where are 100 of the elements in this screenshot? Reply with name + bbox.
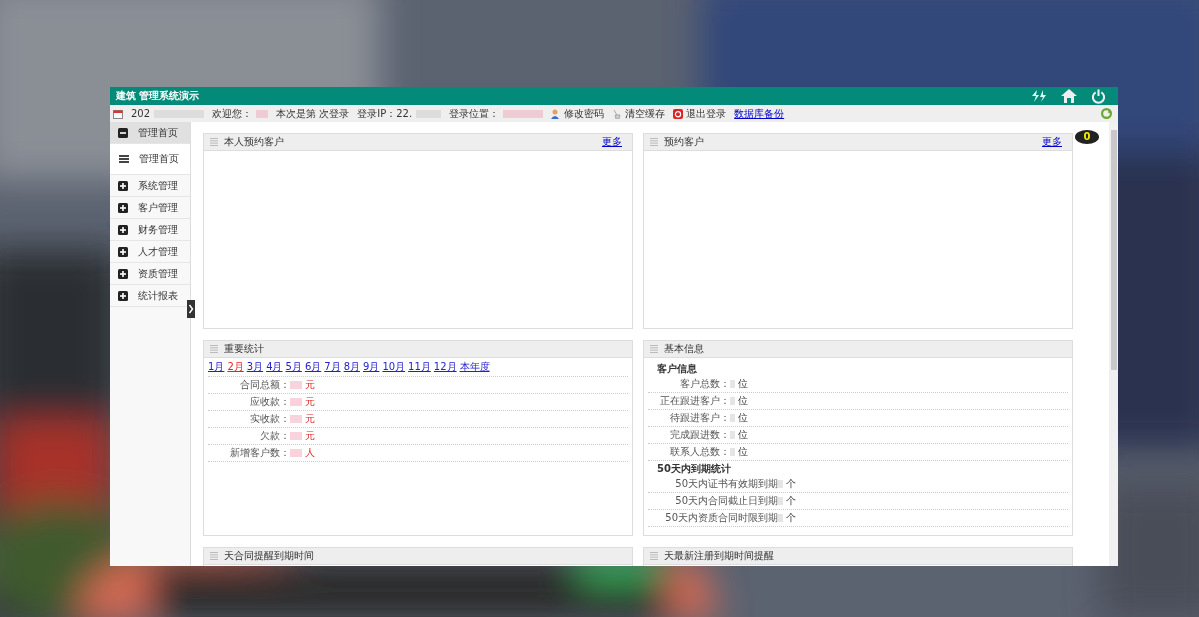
list-icon xyxy=(210,552,218,560)
notification-badge[interactable]: 0 xyxy=(1075,130,1099,144)
month-link[interactable]: 2月 xyxy=(227,361,244,373)
broom-icon xyxy=(612,108,623,119)
scrollbar[interactable] xyxy=(1109,122,1118,566)
info-label: 50天内资质合同时限到期 xyxy=(664,512,778,524)
sidebar-item[interactable]: 财务管理 xyxy=(110,219,190,241)
month-link[interactable]: 4月 xyxy=(266,361,283,373)
user-icon xyxy=(551,108,562,119)
stat-label: 实收款： xyxy=(249,413,290,425)
sync-icon[interactable] xyxy=(1101,108,1112,119)
stat-label: 欠款： xyxy=(259,430,290,442)
blurred-text xyxy=(503,109,544,118)
stat-unit: 元 xyxy=(305,413,315,425)
toolbar-link[interactable]: 退出登录 xyxy=(673,107,727,120)
stat-unit: 元 xyxy=(305,430,315,442)
month-link[interactable]: 6月 xyxy=(304,361,322,373)
info-unit: 位 xyxy=(738,378,748,390)
list-icon xyxy=(650,552,658,560)
power-icon[interactable] xyxy=(1091,88,1106,104)
ip-text: 登录IP：22. xyxy=(357,107,413,120)
window-title: 建筑 管理系统演示 xyxy=(116,90,201,102)
sidebar-item[interactable]: 管理首页 xyxy=(110,122,190,144)
plus-icon xyxy=(118,202,128,213)
info-label: 正在跟进客户： xyxy=(659,395,730,407)
toolbar-link[interactable]: 清空缓存 xyxy=(612,107,666,120)
toolbar-link[interactable]: 修改密码 xyxy=(551,107,605,120)
month-link[interactable]: 本年度 xyxy=(459,361,490,373)
month-link[interactable]: 10月 xyxy=(382,361,406,373)
refresh-icon[interactable] xyxy=(1031,89,1047,103)
blurred-text xyxy=(290,381,302,389)
blurred-text xyxy=(730,380,735,388)
blurred-text xyxy=(730,397,735,405)
info-unit: 个 xyxy=(786,478,796,490)
list-icon xyxy=(210,138,218,146)
info-unit: 个 xyxy=(786,495,796,507)
date-text: 202 xyxy=(131,107,151,120)
minus-icon xyxy=(118,127,128,138)
month-link[interactable]: 9月 xyxy=(363,361,380,373)
blurred-text xyxy=(778,480,783,488)
plus-icon xyxy=(118,246,128,257)
info-label: 50天内证书有效期到期 xyxy=(674,478,778,490)
stat-unit: 人 xyxy=(305,447,315,459)
blurred-text xyxy=(290,432,302,440)
sidebar-item[interactable]: 客户管理 xyxy=(110,197,190,219)
login-count-text: 本次是第 次登录 xyxy=(276,107,350,120)
more-link[interactable]: 更多 xyxy=(602,136,622,148)
stat-label: 合同总额： xyxy=(239,379,290,391)
info-unit: 个 xyxy=(786,512,796,524)
sidebar-item[interactable]: 资质管理 xyxy=(110,263,190,285)
panel-title: 天最新注册到期时间提醒 xyxy=(664,550,775,562)
month-link[interactable]: 7月 xyxy=(324,361,341,373)
month-link[interactable]: 3月 xyxy=(246,361,264,373)
panel-title: 预约客户 xyxy=(664,136,705,148)
panel-title: 基本信息 xyxy=(664,343,705,355)
info-unit: 位 xyxy=(738,446,748,458)
location-text: 登录位置： xyxy=(449,107,500,120)
blurred-text xyxy=(778,497,783,505)
month-link[interactable]: 11月 xyxy=(408,361,431,373)
backup-link[interactable]: 数据库备份 xyxy=(734,107,785,120)
info-label: 50天内合同截止日到期 xyxy=(674,495,778,507)
blurred-text xyxy=(730,431,735,439)
more-link[interactable]: 更多 xyxy=(1042,136,1062,148)
stat-label: 应收款： xyxy=(249,396,290,408)
section-heading: 客户信息 xyxy=(656,362,698,376)
info-unit: 位 xyxy=(738,395,748,407)
sidebar-subitem[interactable]: 管理首页 xyxy=(110,144,190,175)
month-link[interactable]: 12月 xyxy=(433,361,457,373)
sidebar-item[interactable]: 系统管理 xyxy=(110,175,190,197)
list-icon xyxy=(650,345,658,353)
home-icon[interactable] xyxy=(1061,89,1077,103)
panel-title: 本人预约客户 xyxy=(224,136,285,148)
stat-unit: 元 xyxy=(305,396,315,408)
blurred-text xyxy=(290,449,302,457)
section-heading: 50天内到期统计 xyxy=(656,462,732,476)
month-link[interactable]: 8月 xyxy=(343,361,360,373)
plus-icon xyxy=(118,268,128,279)
blurred-text xyxy=(730,448,735,456)
info-label: 客户总数： xyxy=(679,378,730,390)
stat-unit: 元 xyxy=(305,379,315,391)
panel-title: 重要统计 xyxy=(224,343,265,355)
list-icon xyxy=(210,345,218,353)
welcome-text: 欢迎您： xyxy=(212,107,253,120)
panel-title: 天合同提醒到期时间 xyxy=(224,550,315,562)
info-unit: 位 xyxy=(738,429,748,441)
list-icon xyxy=(119,155,129,163)
list-icon xyxy=(650,138,658,146)
info-unit: 位 xyxy=(738,412,748,424)
info-label: 待跟进客户： xyxy=(669,412,730,424)
plus-icon xyxy=(118,224,128,235)
plus-icon xyxy=(118,290,128,301)
stat-label: 新增客户数： xyxy=(229,447,290,459)
plus-icon xyxy=(118,180,128,191)
blurred-text xyxy=(256,109,269,118)
month-link[interactable]: 1月 xyxy=(208,361,225,373)
sidebar-item[interactable]: 人才管理 xyxy=(110,241,190,263)
blurred-text xyxy=(290,398,302,406)
blurred-text xyxy=(290,415,302,423)
collapse-toggle-icon[interactable] xyxy=(187,300,195,318)
month-link[interactable]: 5月 xyxy=(285,361,302,373)
